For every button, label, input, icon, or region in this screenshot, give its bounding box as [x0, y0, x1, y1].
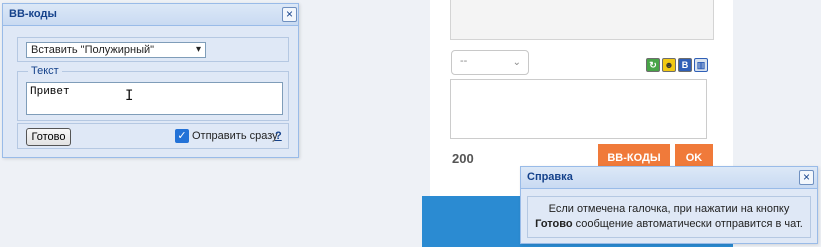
image-icon[interactable]: ▥: [694, 58, 708, 72]
actions-fieldset: Готово ✓ Отправить сразу ?: [17, 123, 289, 149]
send-immediately-label[interactable]: Отправить сразу: [192, 130, 278, 142]
smile-icon[interactable]: ☻: [662, 58, 676, 72]
char-counter: 200: [452, 151, 474, 166]
help-line-1: Если отмечена галочка, при нажатии на кн…: [548, 203, 790, 215]
chevron-down-icon: ⌄: [512, 57, 521, 68]
help-line-2-rest: сообщение автоматически отправится в чат…: [572, 218, 803, 230]
bold-icon[interactable]: B: [678, 58, 692, 72]
insert-select[interactable]: Вставить "Полужирный" ▾: [26, 42, 206, 58]
help-line-2-bold: Готово: [535, 218, 573, 230]
color-select[interactable]: -- ⌄: [451, 50, 529, 75]
chevron-down-icon: ▾: [195, 44, 201, 55]
close-icon[interactable]: ×: [799, 170, 814, 185]
insert-fieldset: Вставить "Полужирный" ▾: [17, 37, 289, 62]
bbcodes-window-title: BB-коды: [9, 8, 57, 20]
help-line-2: Готово сообщение автоматически отправитс…: [528, 217, 810, 232]
help-window: Справка × Если отмечена галочка, при наж…: [520, 166, 818, 244]
help-text: Если отмечена галочка, при нажатии на кн…: [527, 196, 811, 238]
bbcodes-window: BB-коды × Вставить "Полужирный" ▾ Текст …: [2, 3, 299, 158]
editor-toolbar: ↻ ☻ B ▥: [646, 58, 708, 74]
help-window-header[interactable]: Справка ×: [521, 167, 817, 189]
insert-select-value: Вставить "Полужирный": [31, 44, 155, 56]
message-preview-area[interactable]: [450, 0, 714, 40]
text-legend: Текст: [28, 65, 62, 77]
text-cursor-icon: I: [125, 88, 134, 104]
close-icon[interactable]: ×: [282, 7, 297, 22]
help-window-title: Справка: [527, 171, 573, 183]
done-button[interactable]: Готово: [26, 128, 71, 146]
message-input[interactable]: [450, 79, 707, 139]
text-fieldset: Текст Привет I: [17, 65, 289, 121]
help-link[interactable]: ?: [275, 130, 282, 142]
bbcodes-window-header[interactable]: BB-коды ×: [3, 4, 298, 26]
refresh-icon[interactable]: ↻: [646, 58, 660, 72]
send-immediately-checkbox[interactable]: ✓: [175, 129, 189, 143]
text-input[interactable]: Привет: [26, 82, 283, 115]
color-select-value: --: [460, 55, 468, 67]
